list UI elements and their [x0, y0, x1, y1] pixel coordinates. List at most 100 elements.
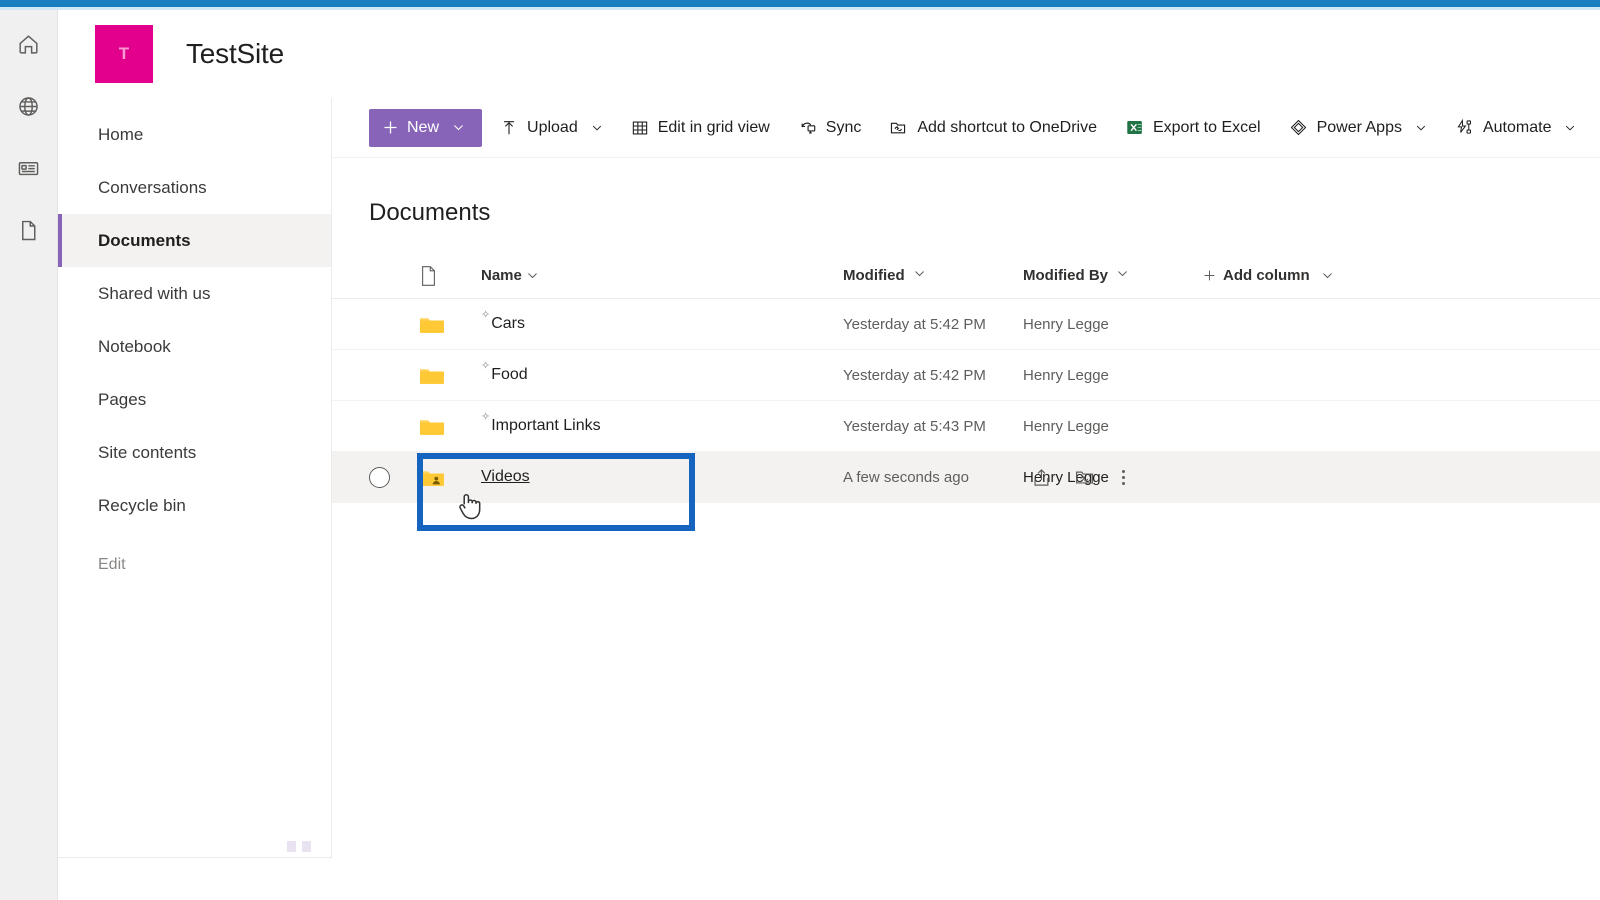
globe-icon[interactable] — [9, 86, 49, 126]
new-button[interactable]: New — [369, 108, 483, 147]
power-apps-label: Power Apps — [1316, 118, 1402, 136]
sidebar-edit-label: Edit — [98, 555, 126, 573]
table-row-videos[interactable]: Videos A few seconds ago Henry Legge — [332, 452, 1600, 503]
add-column-button[interactable]: Add column — [1203, 267, 1600, 284]
row-name-cell[interactable]: ✧ Important Links — [481, 412, 843, 435]
sidebar-item-label: Notebook — [98, 336, 171, 356]
file-type-column[interactable] — [419, 265, 481, 287]
upload-label: Upload — [527, 118, 578, 136]
sidebar-item-label: Pages — [98, 389, 147, 409]
automate-button[interactable]: Automate — [1445, 108, 1586, 148]
site-logo-letter: T — [118, 44, 130, 63]
edit-in-grid-view-button[interactable]: Edit in grid view — [621, 108, 780, 148]
command-bar: New Upload Edit in grid view Sync Add sh… — [332, 98, 1600, 158]
row-name-label: Food — [491, 366, 528, 383]
row-modified-cell: Yesterday at 5:42 PM — [843, 366, 986, 384]
chevron-down-icon — [592, 125, 601, 131]
app-rail — [0, 10, 58, 900]
export-to-excel-button[interactable]: Export to Excel — [1115, 108, 1271, 148]
plus-icon — [384, 121, 397, 134]
power-apps-button[interactable]: Power Apps — [1279, 108, 1437, 148]
new-item-indicator-icon: ✧ — [481, 309, 491, 321]
row-checkbox[interactable] — [369, 466, 419, 488]
folder-shared-icon-glyph — [420, 470, 444, 486]
table-row[interactable]: ✧ Important Links Yesterday at 5:43 PM H… — [332, 401, 1600, 452]
chevron-down-icon — [914, 271, 924, 277]
new-item-indicator-icon: ✧ — [481, 411, 491, 423]
selection-circle-icon[interactable] — [369, 466, 390, 488]
upload-button[interactable]: Upload — [490, 108, 613, 148]
row-name-label: Cars — [491, 315, 525, 332]
sidebar-edit-button[interactable]: Edit — [58, 538, 331, 591]
chevron-down-icon — [1322, 273, 1332, 279]
left-navigation: Home Conversations Documents Shared with… — [58, 98, 332, 858]
sidebar-item-recycle-bin[interactable]: Recycle bin — [58, 479, 331, 532]
sidebar-item-label: Home — [98, 124, 144, 144]
sidebar-item-label: Documents — [98, 230, 191, 250]
sidebar-item-label: Shared with us — [98, 283, 211, 303]
sync-icon — [801, 122, 816, 134]
row-modified-cell: Yesterday at 5:43 PM — [843, 417, 986, 435]
upload-icon — [504, 120, 514, 134]
automate-label: Automate — [1482, 118, 1552, 136]
copy-link-icon[interactable] — [1074, 467, 1095, 488]
folder-icon-glyph — [420, 368, 444, 384]
documents-table: Name Modified Modified By Add column ✧ C… — [332, 253, 1600, 531]
row-modified-by-cell: Henry Legge — [1023, 366, 1109, 384]
folder-icon-glyph — [420, 419, 444, 435]
column-header-name-label: Name — [481, 267, 522, 284]
sharepoint-page: T TestSite Home Conversations Documents … — [0, 0, 1600, 900]
shortcut-label: Add shortcut to OneDrive — [917, 118, 1097, 136]
document-icon[interactable] — [9, 210, 49, 250]
page-title: Documents — [369, 199, 491, 226]
add-column-label: Add column — [1223, 267, 1310, 284]
column-header-name[interactable]: Name — [481, 267, 843, 284]
sidebar-item-home[interactable]: Home — [58, 108, 331, 161]
plus-icon — [1204, 270, 1215, 281]
site-logo[interactable]: T — [95, 25, 153, 83]
row-name-cell[interactable]: ✧ Cars — [481, 310, 843, 333]
folder-icon — [419, 314, 481, 335]
column-header-modified[interactable]: Modified — [843, 267, 1023, 284]
folder-shared-icon — [419, 467, 481, 488]
row-name-cell[interactable]: Videos — [481, 468, 843, 486]
browser-top-bar — [0, 0, 1600, 7]
table-row[interactable]: ✧ Food Yesterday at 5:42 PM Henry Legge — [332, 350, 1600, 401]
new-button-label: New — [407, 118, 440, 136]
sidebar-divider — [58, 857, 331, 858]
site-title[interactable]: TestSite — [186, 38, 284, 70]
new-item-indicator-icon: ✧ — [481, 360, 491, 372]
row-modified-by-cell: Henry Legge — [1023, 315, 1109, 333]
table-row[interactable]: ✧ Cars Yesterday at 5:42 PM Henry Legge — [332, 299, 1600, 350]
file-type-icon — [422, 265, 435, 286]
home-icon[interactable] — [9, 24, 49, 64]
folder-icon — [419, 416, 481, 437]
row-name-cell[interactable]: ✧ Food — [481, 361, 843, 384]
column-header-modified-by-label: Modified By — [1023, 267, 1108, 284]
row-modified-cell: Yesterday at 5:42 PM — [843, 315, 986, 333]
sidebar-item-shared-with-us[interactable]: Shared with us — [58, 267, 331, 320]
sidebar-item-notebook[interactable]: Notebook — [58, 320, 331, 373]
add-shortcut-to-onedrive-button[interactable]: Add shortcut to OneDrive — [879, 108, 1107, 148]
row-modified-cell: A few seconds ago — [843, 468, 969, 486]
table-header-row: Name Modified Modified By Add column — [332, 253, 1600, 299]
sync-label: Sync — [825, 118, 862, 136]
sidebar-item-label: Site contents — [98, 442, 197, 462]
column-header-modified-label: Modified — [843, 267, 905, 284]
sync-button[interactable]: Sync — [788, 108, 872, 148]
grid-icon — [632, 121, 647, 134]
chevron-down-icon — [1566, 125, 1575, 131]
share-icon[interactable] — [1032, 467, 1053, 488]
news-icon[interactable] — [9, 148, 49, 188]
column-header-modified-by[interactable]: Modified By — [1023, 267, 1203, 284]
excel-label: Export to Excel — [1152, 118, 1261, 136]
row-modified-by-cell: Henry Legge — [1023, 417, 1109, 435]
chevron-down-icon — [527, 273, 537, 279]
row-action-buttons — [1032, 466, 1131, 489]
sidebar-item-documents[interactable]: Documents — [58, 214, 331, 267]
more-options-icon[interactable] — [1116, 466, 1131, 489]
sidebar-footer-icon — [287, 841, 311, 852]
sidebar-item-conversations[interactable]: Conversations — [58, 161, 331, 214]
sidebar-item-site-contents[interactable]: Site contents — [58, 426, 331, 479]
sidebar-item-pages[interactable]: Pages — [58, 373, 331, 426]
